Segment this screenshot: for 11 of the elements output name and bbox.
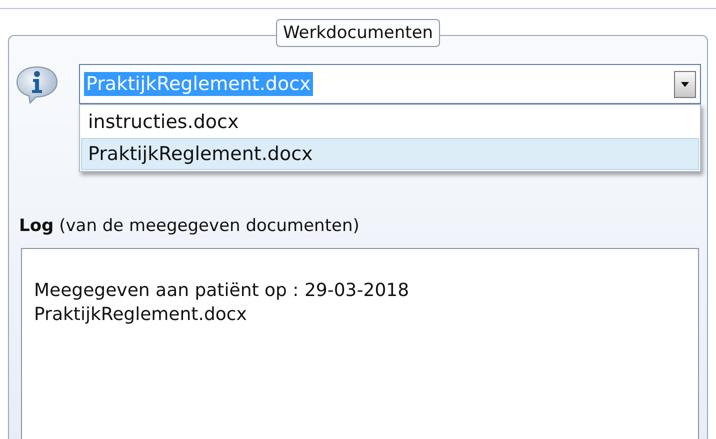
log-line: Meegegeven aan patiënt op : 29-03-2018 xyxy=(34,279,410,303)
panel-title: Werkdocumenten xyxy=(276,19,440,47)
selected-value: PraktijkReglement.docx xyxy=(84,72,313,96)
info-icon xyxy=(15,64,59,104)
dropdown-option[interactable]: instructies.docx xyxy=(81,106,699,138)
caret-icon xyxy=(681,82,689,86)
log-line: PraktijkReglement.docx xyxy=(34,303,248,327)
dropdown-option[interactable]: PraktijkReglement.docx xyxy=(81,138,699,170)
dropdown-button[interactable] xyxy=(674,70,696,98)
log-label: Log (van de meegegeven documenten) xyxy=(19,216,360,236)
log-textbox[interactable]: Meegegeven aan patiënt op : 29-03-2018 PraktijkReglement.docx xyxy=(21,248,699,439)
